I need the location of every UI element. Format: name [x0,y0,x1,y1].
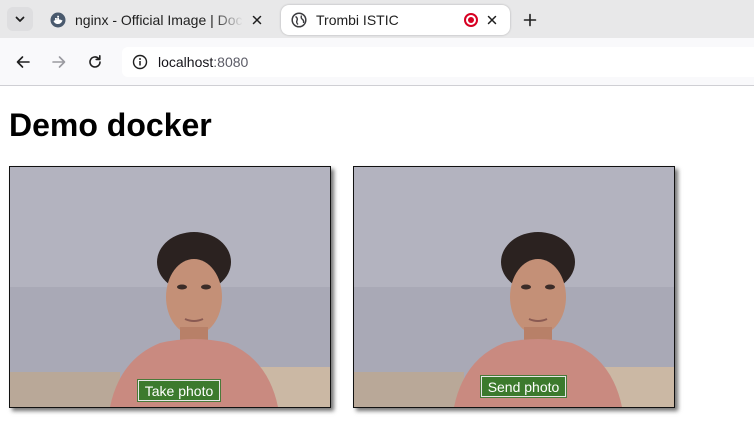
address-bar[interactable]: localhost:8080 [122,47,754,77]
recording-icon[interactable] [464,13,478,27]
url-port: :8080 [213,54,249,70]
take-photo-button[interactable]: Take photo [137,379,221,402]
send-photo-button[interactable]: Send photo [480,375,567,398]
webcam-feed [10,167,330,407]
globe-icon [291,12,307,28]
chevron-down-icon [15,16,25,22]
tab-title: Trombi ISTIC [316,12,399,28]
captured-photo: Send photo [353,166,675,408]
url-text: localhost:8080 [158,54,248,70]
plus-icon [523,13,537,27]
reload-icon [89,55,101,68]
site-info-icon[interactable] [131,53,149,71]
back-button[interactable] [11,50,35,74]
close-tab-icon[interactable] [484,12,500,28]
close-tab-icon[interactable] [249,12,265,28]
docker-icon [50,12,66,28]
list-all-tabs-button[interactable] [7,7,33,31]
reload-button[interactable] [83,50,107,74]
page-title: Demo docker [9,107,212,143]
forward-button[interactable] [47,50,71,74]
tab-trombi-istic[interactable]: Trombi ISTIC [281,5,510,35]
webcam-video: Take photo [9,166,331,408]
arrow-left-icon [16,56,30,68]
arrow-right-icon [52,56,66,68]
url-host: localhost [158,54,214,70]
tab-title: nginx - Official Image | Docker Hub [75,12,243,28]
navigation-toolbar: localhost:8080 [0,38,754,86]
tab-nginx[interactable]: nginx - Official Image | Docker Hub [40,5,275,35]
tab-strip: nginx - Official Image | Docker Hub Trom… [0,0,754,38]
new-tab-button[interactable] [519,9,541,31]
captured-photo-image [354,167,674,407]
